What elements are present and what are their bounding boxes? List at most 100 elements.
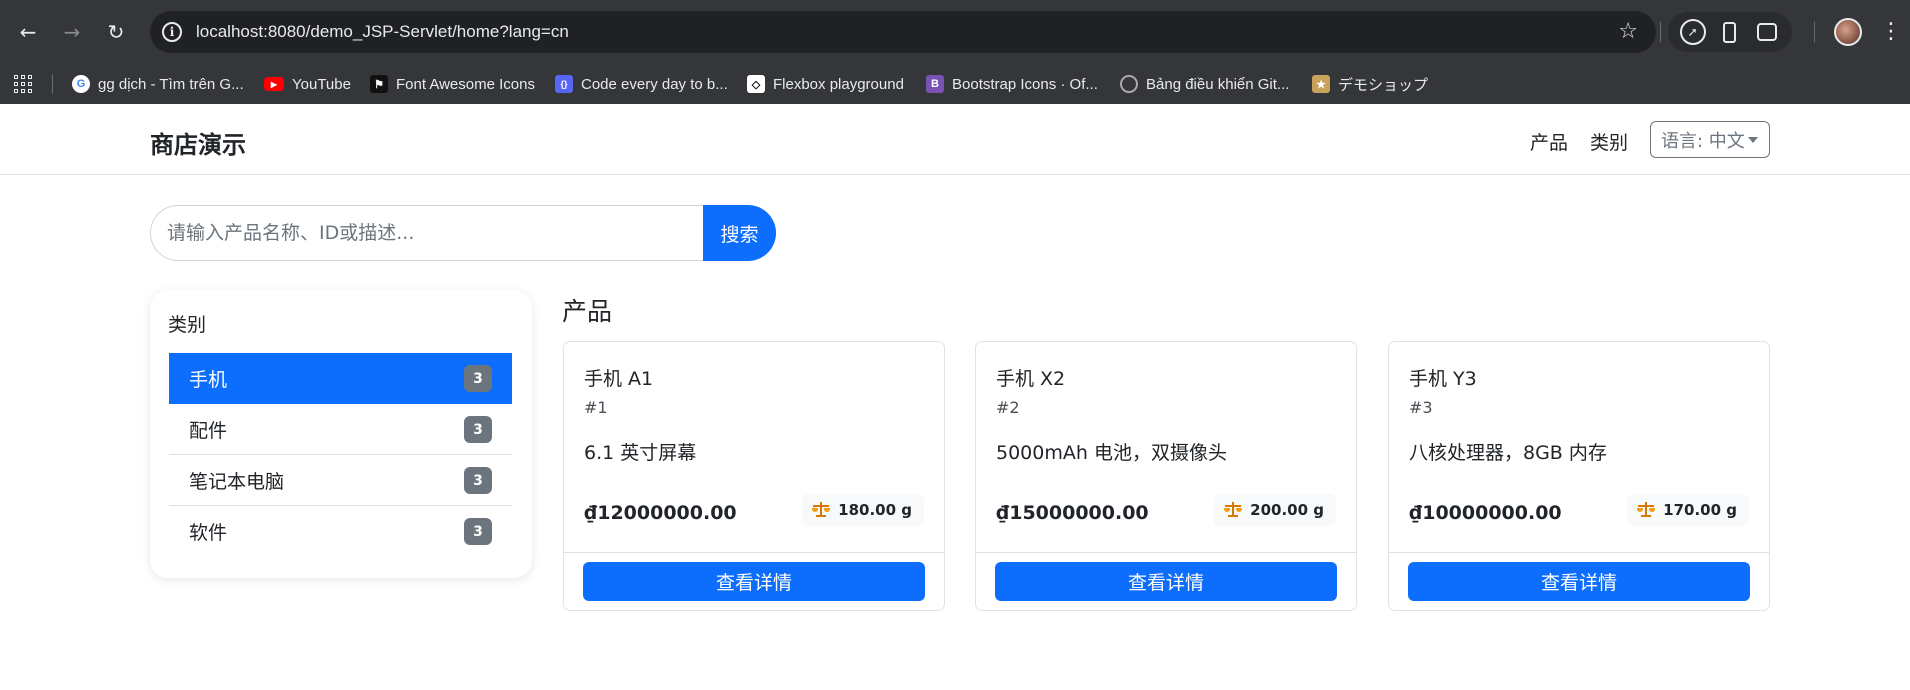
code-icon: {} — [555, 75, 573, 93]
product-name: 手机 Y3 — [1409, 368, 1477, 390]
bookmark-item[interactable]: ★ デモショップ — [1312, 72, 1428, 96]
product-name: 手机 X2 — [996, 368, 1066, 390]
nav-link-products[interactable]: 产品 — [1530, 128, 1568, 155]
bookmark-label: デモショップ — [1338, 76, 1429, 94]
category-count-badge: 3 — [464, 467, 492, 494]
bookmarks-divider — [52, 74, 53, 94]
shop-icon: ★ — [1312, 75, 1330, 93]
bookmark-label: gg dịch - Tìm trên G... — [98, 75, 244, 93]
category-label: 手机 — [189, 369, 228, 391]
category-count-badge: 3 — [464, 416, 492, 443]
site-navbar: 商店演示 产品 类别 语言: 中文 — [0, 104, 1910, 175]
extensions-puzzle-icon[interactable] — [1754, 19, 1780, 45]
sidebar-title: 类别 — [168, 314, 207, 336]
product-id: #3 — [1409, 398, 1433, 417]
category-count-badge: 3 — [464, 365, 492, 392]
product-weight: 170.00 g — [1663, 501, 1737, 519]
back-arrow-icon[interactable]: ← — [12, 16, 44, 48]
scale-icon — [1224, 502, 1243, 518]
product-weight: 200.00 g — [1250, 501, 1324, 519]
product-name: 手机 A1 — [584, 368, 654, 390]
more-menu-icon[interactable]: ⋮ — [1880, 18, 1902, 46]
product-description: 6.1 英寸屏幕 — [584, 442, 697, 464]
view-details-button[interactable]: 查看详情 — [1408, 562, 1750, 601]
category-item-accessories[interactable]: 配件 3 — [169, 404, 512, 455]
product-weight: 180.00 g — [838, 501, 912, 519]
product-card: 手机 Y3 #3 八核处理器，8GB 内存 ₫10000000.00 170.0… — [1388, 341, 1770, 611]
category-list: 手机 3 配件 3 笔记本电脑 3 软件 3 — [169, 353, 512, 557]
nav-link-categories[interactable]: 类别 — [1590, 128, 1628, 155]
toolbar-divider — [1660, 22, 1661, 42]
youtube-icon: ▶ — [264, 77, 284, 91]
site-info-icon[interactable]: i — [162, 22, 182, 42]
product-price: ₫15000000.00 — [996, 502, 1149, 524]
bookmark-label: Bảng điều khiển Git... — [1146, 75, 1290, 93]
bookmark-item[interactable]: ▶ YouTube — [264, 72, 351, 96]
bookmark-item[interactable]: B Bootstrap Icons · Of... — [926, 72, 1098, 96]
scale-icon — [1637, 502, 1656, 518]
category-sidebar: 类别 手机 3 配件 3 笔记本电脑 3 软件 3 — [150, 290, 532, 578]
product-weight-badge: 170.00 g — [1627, 494, 1749, 526]
card-footer: 查看详情 — [976, 552, 1356, 610]
reload-icon[interactable]: ↻ — [100, 16, 132, 48]
github-icon — [1120, 75, 1138, 93]
caret-down-icon — [1748, 137, 1758, 143]
product-card: 手机 X2 #2 5000mAh 电池，双摄像头 ₫15000000.00 20… — [975, 341, 1357, 611]
product-price: ₫12000000.00 — [584, 502, 737, 524]
browser-chrome: ← → ↻ i localhost:8080/demo_JSP-Servlet/… — [0, 0, 1910, 104]
compass-icon[interactable]: ➚ — [1679, 19, 1706, 45]
product-description: 5000mAh 电池，双摄像头 — [996, 442, 1227, 464]
bookmark-item[interactable]: Bảng điều khiển Git... — [1120, 72, 1289, 96]
bookmark-label: Flexbox playground — [773, 75, 904, 93]
card-footer: 查看详情 — [1389, 552, 1769, 610]
search-input[interactable] — [150, 205, 706, 261]
search-button[interactable]: 搜索 — [703, 205, 776, 261]
language-select[interactable]: 语言: 中文 — [1650, 121, 1770, 158]
bookmark-star-icon[interactable]: ☆ — [1618, 19, 1638, 44]
font-awesome-flag-icon: ⚑ — [370, 75, 388, 93]
category-label: 配件 — [189, 419, 228, 442]
product-description: 八核处理器，8GB 内存 — [1409, 442, 1607, 464]
bookmark-label: Bootstrap Icons · Of... — [952, 75, 1098, 93]
bookmark-item[interactable]: ◇ Flexbox playground — [747, 72, 904, 96]
bookmark-label: YouTube — [292, 75, 351, 93]
category-label: 软件 — [189, 522, 228, 544]
bookmark-label: Code every day to b... — [581, 75, 728, 93]
product-price: ₫10000000.00 — [1409, 502, 1562, 524]
product-card: 手机 A1 #1 6.1 英寸屏幕 ₫12000000.00 180.00 g … — [563, 341, 945, 611]
bookmarks-bar: G gg dịch - Tìm trên G... ▶ YouTube ⚑ Fo… — [0, 64, 1910, 104]
card-footer: 查看详情 — [564, 552, 944, 610]
product-id: #2 — [996, 398, 1020, 417]
search-form: 搜索 — [150, 205, 776, 261]
category-label: 笔记本电脑 — [189, 470, 285, 493]
browser-toolbar: ← → ↻ i localhost:8080/demo_JSP-Servlet/… — [0, 0, 1910, 64]
page-content: 商店演示 产品 类别 语言: 中文 搜索 类别 手机 3 配件 3 笔记本电脑 … — [0, 104, 1910, 690]
product-weight-badge: 200.00 g — [1214, 494, 1336, 526]
mobile-device-icon[interactable] — [1717, 19, 1743, 45]
codepen-icon: ◇ — [747, 75, 765, 93]
forward-arrow-icon[interactable]: → — [56, 16, 88, 48]
address-bar[interactable]: i localhost:8080/demo_JSP-Servlet/home?l… — [150, 11, 1656, 53]
bootstrap-icon: B — [926, 75, 944, 93]
category-count-badge: 3 — [464, 518, 492, 545]
category-item-phones[interactable]: 手机 3 — [169, 353, 512, 404]
product-weight-badge: 180.00 g — [802, 494, 924, 526]
bookmark-label: Font Awesome Icons — [396, 75, 535, 93]
brand-logo[interactable]: 商店演示 — [150, 125, 246, 160]
apps-grid-icon[interactable] — [14, 75, 32, 93]
category-item-software[interactable]: 软件 3 — [169, 506, 512, 557]
bookmark-item[interactable]: ⚑ Font Awesome Icons — [370, 72, 535, 96]
language-select-value: 语言: 中文 — [1661, 130, 1745, 152]
product-id: #1 — [584, 398, 608, 417]
view-details-button[interactable]: 查看详情 — [583, 562, 925, 601]
category-item-laptops[interactable]: 笔记本电脑 3 — [169, 455, 512, 506]
bookmark-item[interactable]: {} Code every day to b... — [555, 72, 728, 96]
scale-icon — [812, 502, 831, 518]
toolbar-divider — [1814, 22, 1815, 42]
google-icon: G — [72, 75, 90, 93]
bookmark-item[interactable]: G gg dịch - Tìm trên G... — [72, 72, 244, 96]
url-text[interactable]: localhost:8080/demo_JSP-Servlet/home?lan… — [196, 22, 569, 42]
products-heading: 产品 — [562, 297, 613, 326]
profile-avatar[interactable] — [1834, 18, 1862, 46]
view-details-button[interactable]: 查看详情 — [995, 562, 1337, 601]
